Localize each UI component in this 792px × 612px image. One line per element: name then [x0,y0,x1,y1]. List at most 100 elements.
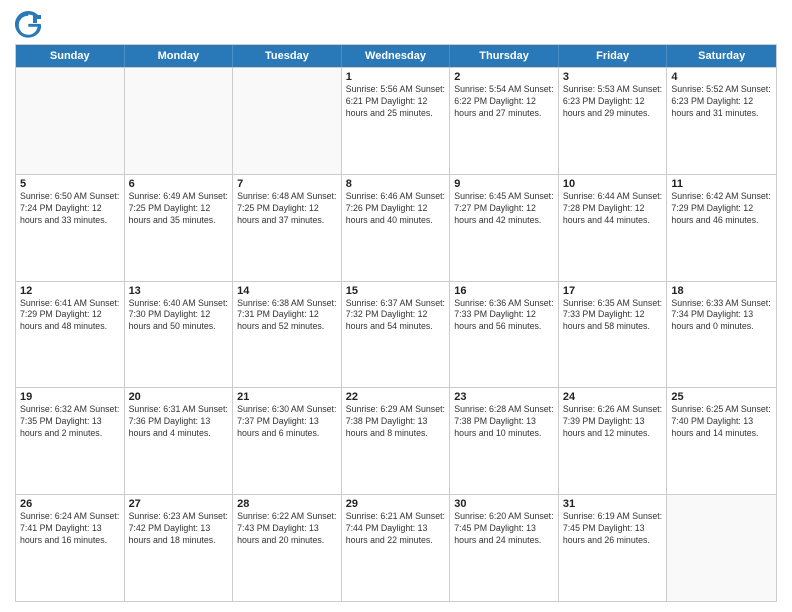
header-day-saturday: Saturday [667,45,776,67]
day-number: 29 [346,498,446,510]
day-cell-6: 6Sunrise: 6:49 AM Sunset: 7:25 PM Daylig… [125,175,234,281]
day-info: Sunrise: 6:26 AM Sunset: 7:39 PM Dayligh… [563,404,663,440]
day-number: 11 [671,178,772,190]
header-day-friday: Friday [559,45,668,67]
day-info: Sunrise: 5:52 AM Sunset: 6:23 PM Dayligh… [671,84,772,120]
day-number: 1 [346,71,446,83]
day-info: Sunrise: 6:50 AM Sunset: 7:24 PM Dayligh… [20,191,120,227]
day-info: Sunrise: 6:23 AM Sunset: 7:42 PM Dayligh… [129,511,229,547]
empty-cell [667,495,776,601]
day-cell-29: 29Sunrise: 6:21 AM Sunset: 7:44 PM Dayli… [342,495,451,601]
day-number: 9 [454,178,554,190]
day-number: 22 [346,391,446,403]
day-info: Sunrise: 6:42 AM Sunset: 7:29 PM Dayligh… [671,191,772,227]
day-cell-16: 16Sunrise: 6:36 AM Sunset: 7:33 PM Dayli… [450,282,559,388]
day-number: 20 [129,391,229,403]
day-number: 30 [454,498,554,510]
day-number: 19 [20,391,120,403]
day-cell-3: 3Sunrise: 5:53 AM Sunset: 6:23 PM Daylig… [559,68,668,174]
day-info: Sunrise: 6:37 AM Sunset: 7:32 PM Dayligh… [346,298,446,334]
day-number: 13 [129,285,229,297]
day-cell-8: 8Sunrise: 6:46 AM Sunset: 7:26 PM Daylig… [342,175,451,281]
day-number: 24 [563,391,663,403]
day-info: Sunrise: 6:35 AM Sunset: 7:33 PM Dayligh… [563,298,663,334]
day-info: Sunrise: 6:28 AM Sunset: 7:38 PM Dayligh… [454,404,554,440]
day-info: Sunrise: 6:22 AM Sunset: 7:43 PM Dayligh… [237,511,337,547]
day-number: 7 [237,178,337,190]
header-day-monday: Monday [125,45,234,67]
calendar-body: 1Sunrise: 5:56 AM Sunset: 6:21 PM Daylig… [16,67,776,601]
day-info: Sunrise: 6:32 AM Sunset: 7:35 PM Dayligh… [20,404,120,440]
day-cell-17: 17Sunrise: 6:35 AM Sunset: 7:33 PM Dayli… [559,282,668,388]
day-number: 10 [563,178,663,190]
day-cell-28: 28Sunrise: 6:22 AM Sunset: 7:43 PM Dayli… [233,495,342,601]
day-cell-20: 20Sunrise: 6:31 AM Sunset: 7:36 PM Dayli… [125,388,234,494]
day-number: 8 [346,178,446,190]
logo-icon [15,10,43,38]
day-number: 17 [563,285,663,297]
day-cell-21: 21Sunrise: 6:30 AM Sunset: 7:37 PM Dayli… [233,388,342,494]
day-cell-10: 10Sunrise: 6:44 AM Sunset: 7:28 PM Dayli… [559,175,668,281]
header-day-wednesday: Wednesday [342,45,451,67]
empty-cell [233,68,342,174]
day-cell-23: 23Sunrise: 6:28 AM Sunset: 7:38 PM Dayli… [450,388,559,494]
header [15,10,777,38]
day-cell-25: 25Sunrise: 6:25 AM Sunset: 7:40 PM Dayli… [667,388,776,494]
day-info: Sunrise: 6:19 AM Sunset: 7:45 PM Dayligh… [563,511,663,547]
day-cell-4: 4Sunrise: 5:52 AM Sunset: 6:23 PM Daylig… [667,68,776,174]
day-info: Sunrise: 6:21 AM Sunset: 7:44 PM Dayligh… [346,511,446,547]
day-number: 2 [454,71,554,83]
day-info: Sunrise: 5:53 AM Sunset: 6:23 PM Dayligh… [563,84,663,120]
day-number: 28 [237,498,337,510]
day-info: Sunrise: 5:54 AM Sunset: 6:22 PM Dayligh… [454,84,554,120]
day-cell-19: 19Sunrise: 6:32 AM Sunset: 7:35 PM Dayli… [16,388,125,494]
day-cell-14: 14Sunrise: 6:38 AM Sunset: 7:31 PM Dayli… [233,282,342,388]
day-number: 31 [563,498,663,510]
day-number: 12 [20,285,120,297]
day-info: Sunrise: 6:33 AM Sunset: 7:34 PM Dayligh… [671,298,772,334]
week-row-1: 1Sunrise: 5:56 AM Sunset: 6:21 PM Daylig… [16,67,776,174]
day-cell-5: 5Sunrise: 6:50 AM Sunset: 7:24 PM Daylig… [16,175,125,281]
header-day-tuesday: Tuesday [233,45,342,67]
day-info: Sunrise: 5:56 AM Sunset: 6:21 PM Dayligh… [346,84,446,120]
day-cell-11: 11Sunrise: 6:42 AM Sunset: 7:29 PM Dayli… [667,175,776,281]
day-cell-30: 30Sunrise: 6:20 AM Sunset: 7:45 PM Dayli… [450,495,559,601]
day-cell-31: 31Sunrise: 6:19 AM Sunset: 7:45 PM Dayli… [559,495,668,601]
day-number: 18 [671,285,772,297]
day-number: 26 [20,498,120,510]
day-info: Sunrise: 6:25 AM Sunset: 7:40 PM Dayligh… [671,404,772,440]
day-info: Sunrise: 6:41 AM Sunset: 7:29 PM Dayligh… [20,298,120,334]
day-info: Sunrise: 6:48 AM Sunset: 7:25 PM Dayligh… [237,191,337,227]
calendar-header: SundayMondayTuesdayWednesdayThursdayFrid… [16,45,776,67]
week-row-2: 5Sunrise: 6:50 AM Sunset: 7:24 PM Daylig… [16,174,776,281]
day-cell-18: 18Sunrise: 6:33 AM Sunset: 7:34 PM Dayli… [667,282,776,388]
day-number: 21 [237,391,337,403]
day-cell-1: 1Sunrise: 5:56 AM Sunset: 6:21 PM Daylig… [342,68,451,174]
day-cell-13: 13Sunrise: 6:40 AM Sunset: 7:30 PM Dayli… [125,282,234,388]
day-number: 16 [454,285,554,297]
day-info: Sunrise: 6:29 AM Sunset: 7:38 PM Dayligh… [346,404,446,440]
week-row-5: 26Sunrise: 6:24 AM Sunset: 7:41 PM Dayli… [16,494,776,601]
empty-cell [16,68,125,174]
day-number: 4 [671,71,772,83]
day-cell-7: 7Sunrise: 6:48 AM Sunset: 7:25 PM Daylig… [233,175,342,281]
header-day-thursday: Thursday [450,45,559,67]
day-number: 6 [129,178,229,190]
week-row-3: 12Sunrise: 6:41 AM Sunset: 7:29 PM Dayli… [16,281,776,388]
day-number: 5 [20,178,120,190]
day-number: 27 [129,498,229,510]
day-info: Sunrise: 6:30 AM Sunset: 7:37 PM Dayligh… [237,404,337,440]
day-info: Sunrise: 6:31 AM Sunset: 7:36 PM Dayligh… [129,404,229,440]
day-number: 25 [671,391,772,403]
calendar: SundayMondayTuesdayWednesdayThursdayFrid… [15,44,777,602]
page: SundayMondayTuesdayWednesdayThursdayFrid… [0,0,792,612]
day-info: Sunrise: 6:40 AM Sunset: 7:30 PM Dayligh… [129,298,229,334]
empty-cell [125,68,234,174]
day-info: Sunrise: 6:44 AM Sunset: 7:28 PM Dayligh… [563,191,663,227]
logo [15,10,47,38]
header-day-sunday: Sunday [16,45,125,67]
week-row-4: 19Sunrise: 6:32 AM Sunset: 7:35 PM Dayli… [16,387,776,494]
day-number: 15 [346,285,446,297]
day-info: Sunrise: 6:49 AM Sunset: 7:25 PM Dayligh… [129,191,229,227]
day-cell-9: 9Sunrise: 6:45 AM Sunset: 7:27 PM Daylig… [450,175,559,281]
